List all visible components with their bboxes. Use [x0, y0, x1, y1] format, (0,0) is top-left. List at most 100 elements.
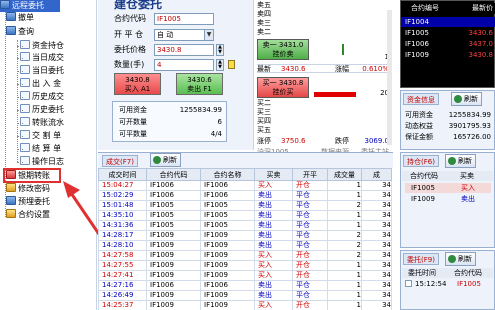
tree-item-label: 当日委托: [32, 66, 64, 75]
tree-item-label: 结 算 单: [32, 144, 62, 153]
orders-refresh-button[interactable]: 刷新: [445, 252, 476, 266]
column-header[interactable]: 合约名称: [200, 168, 255, 181]
funds-refresh-button[interactable]: 刷新: [451, 92, 482, 106]
tree-item[interactable]: 操作日志: [20, 156, 64, 168]
table-row[interactable]: 14:25:37 IF1009 IF1009 买入 开仓 1 34: [98, 300, 392, 310]
contract-row[interactable]: IF1005 3430.6: [401, 28, 495, 38]
column-header[interactable]: 成交时间: [98, 168, 147, 181]
cell-code: IF1006: [146, 180, 201, 191]
contract-code: IF1005: [405, 29, 429, 37]
fund-value: 3901795.93: [448, 122, 491, 130]
table-row[interactable]: 14:35:10 IF1005 IF1005 卖出 平仓 1 34: [98, 210, 392, 221]
cell-time: 14:27:16: [98, 280, 147, 291]
cell-name: IF1006: [200, 280, 255, 291]
table-row[interactable]: 15:04:27 IF1006 IF1006 买入 开仓 1 34: [98, 180, 392, 191]
column-header[interactable]: 成交量: [327, 168, 362, 181]
table-row[interactable]: 14:27:58 IF1009 IF1009 买入 开仓 2 34: [98, 250, 392, 261]
table-row[interactable]: 15:02:29 IF1006 IF1006 卖出 平仓 1 34: [98, 190, 392, 201]
contract-code-header: 合约编号: [411, 4, 439, 12]
tree-item-remote-order[interactable]: 远程委托: [0, 0, 60, 12]
cell-oc: 平仓: [292, 190, 328, 201]
position-code: IF1009: [411, 195, 435, 203]
quote-scrollbar[interactable]: [387, 10, 392, 145]
tree-item[interactable]: 历史成交: [20, 91, 64, 103]
tree-connector: [17, 46, 23, 47]
fund-label: 动态权益: [405, 122, 433, 130]
cell-time: 15:01:48: [98, 200, 147, 211]
cell-time: 14:28:10: [98, 240, 147, 251]
bid-row: 买三: [257, 108, 389, 117]
table-row[interactable]: 14:27:55 IF1009 IF1009 买入 开仓 1 34: [98, 260, 392, 271]
table-row[interactable]: 14:28:17 IF1009 IF1009 卖出 平仓 2 34: [98, 230, 392, 241]
tree-item[interactable]: 出 入 金: [20, 78, 61, 90]
cell-vol: 1: [327, 290, 362, 301]
contract-input[interactable]: IF1005: [154, 13, 214, 25]
column-header[interactable]: 买卖: [254, 168, 293, 181]
tree-item-label: 撤单: [18, 13, 34, 22]
doc-icon: [20, 91, 30, 100]
cell-code: IF1006: [146, 190, 201, 201]
order-row[interactable]: 15:12:54 IF1005: [405, 279, 491, 289]
price-stepper[interactable]: ▲ ▼: [216, 44, 224, 56]
doc-icon: [20, 65, 30, 74]
contract-code: IF1004: [405, 18, 429, 26]
tree-item[interactable]: 当日成交: [20, 52, 64, 64]
ask1-volume-row: 1: [257, 53, 389, 62]
quantity-stepper[interactable]: ▲ ▼: [216, 59, 224, 71]
table-row[interactable]: 14:27:41 IF1009 IF1009 买入 开仓 1 34: [98, 270, 392, 281]
column-header[interactable]: 成: [361, 168, 392, 181]
contract-row[interactable]: IF1006 3437.0: [401, 39, 495, 49]
position-row[interactable]: IF1005 买入: [405, 183, 491, 193]
cell-vol: 1: [327, 220, 362, 231]
trades-refresh-button[interactable]: 刷新: [150, 153, 181, 167]
contract-row[interactable]: IF1009 3430.8: [401, 50, 495, 60]
closable-qty-value: 4/4: [210, 130, 222, 138]
cell-code: IF1009: [146, 240, 201, 251]
positions-refresh-button[interactable]: 刷新: [445, 154, 476, 168]
positions-dir-header: 买卖: [460, 172, 474, 180]
tree-item[interactable]: 合约设置: [6, 209, 50, 221]
lock-icon[interactable]: [228, 60, 235, 69]
tree-item[interactable]: 预埋委托: [6, 196, 50, 208]
table-row[interactable]: 15:01:48 IF1005 IF1005 卖出 平仓 2 34: [98, 200, 392, 211]
column-header[interactable]: 合约代码: [146, 168, 201, 181]
order-checkbox[interactable]: [405, 280, 412, 287]
buy-button[interactable]: 3430.8 买入 A1: [114, 73, 161, 95]
position-row[interactable]: IF1009 卖出: [405, 194, 491, 204]
cell-oc: 平仓: [292, 220, 328, 231]
buy-button-label: 买入 A1: [124, 85, 151, 93]
tree-item[interactable]: 交 割 单: [20, 130, 61, 142]
ask-row: 卖二: [257, 28, 389, 37]
table-row[interactable]: 14:28:10 IF1009 IF1009 卖出 平仓 2 34: [98, 240, 392, 251]
limit-up-label: 涨停: [257, 137, 271, 145]
tree-item[interactable]: 查询: [6, 26, 34, 38]
cell-px: 34: [361, 180, 392, 191]
fund-row: 保证金额 165726.00: [405, 132, 491, 142]
bid-row: 买五: [257, 126, 389, 135]
settings-icon: [6, 209, 16, 218]
table-row[interactable]: 14:26:49 IF1009 IF1009 卖出 平仓 1 34: [98, 290, 392, 301]
cell-name: IF1005: [200, 220, 255, 231]
cell-code: IF1009: [146, 260, 201, 271]
cell-name: IF1009: [200, 230, 255, 241]
sell-button[interactable]: 3430.6 卖出 F1: [176, 73, 223, 95]
key-icon: [6, 183, 16, 192]
open-close-select[interactable]: 自 动 ▼: [154, 29, 214, 41]
contract-row[interactable]: IF1004: [401, 17, 495, 27]
cell-vol: 1: [327, 300, 362, 310]
tree-item[interactable]: 转账流水: [20, 117, 64, 129]
tree-connector: [17, 84, 23, 85]
tree-item[interactable]: 资金持仓: [20, 40, 64, 52]
table-row[interactable]: 14:31:36 IF1005 IF1005 卖出 平仓 1 34: [98, 220, 392, 231]
price-input[interactable]: 3430.8: [154, 44, 214, 56]
tree-item[interactable]: 修改密码: [6, 183, 50, 195]
table-row[interactable]: 14:27:16 IF1006 IF1006 卖出 平仓 1 34: [98, 280, 392, 291]
tree-item[interactable]: 撤单: [6, 12, 34, 24]
column-header[interactable]: 开平: [292, 168, 328, 181]
cell-code: IF1009: [146, 300, 201, 310]
tree-item[interactable]: 历史委托: [20, 104, 64, 116]
quantity-input[interactable]: 4: [154, 59, 214, 71]
tree-item[interactable]: 结 算 单: [20, 143, 61, 155]
trades-title: 成交(F7): [102, 155, 138, 167]
tree-item[interactable]: 当日委托: [20, 65, 64, 77]
